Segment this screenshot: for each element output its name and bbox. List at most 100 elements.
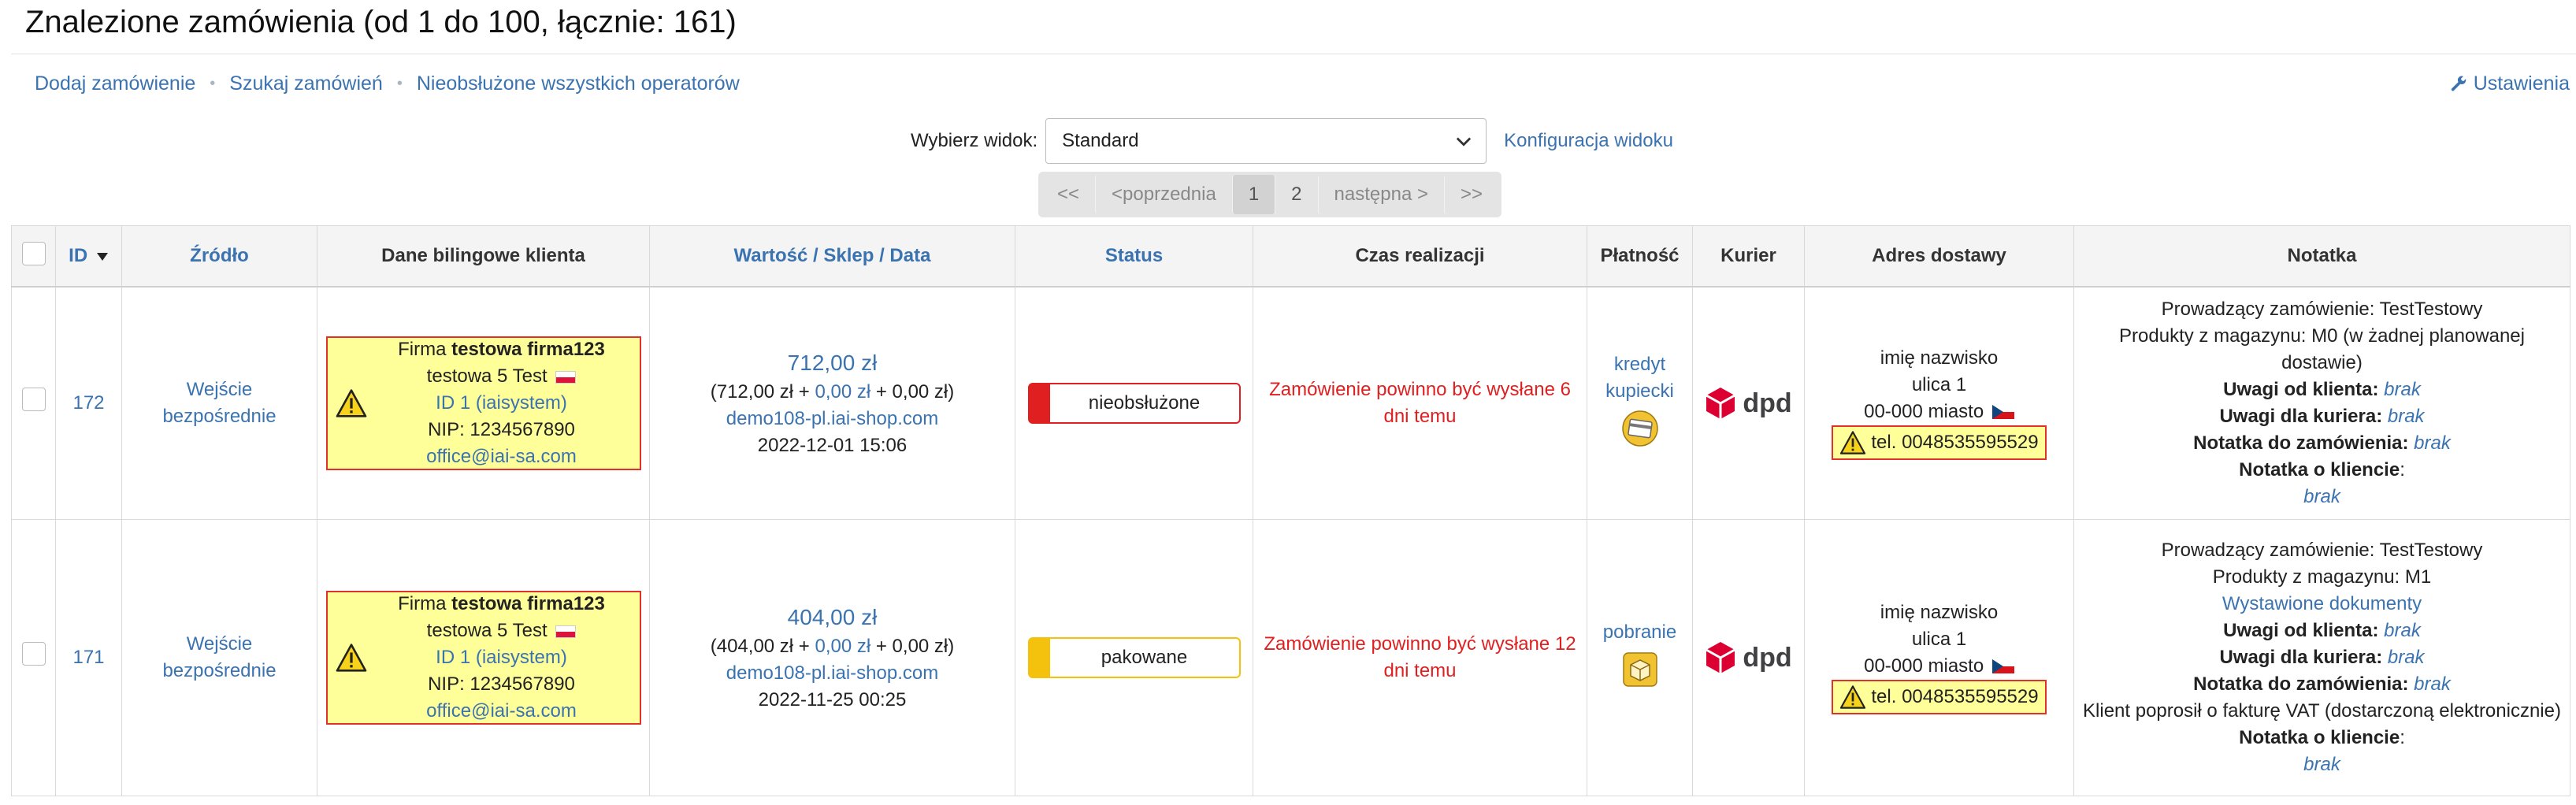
link-separator: • [210,75,216,92]
select-all-checkbox[interactable] [21,241,46,265]
note-courier-value[interactable]: brak [2388,406,2425,427]
dpd-logo: dpd [1701,640,1796,675]
payment-cell: kredyt kupiecki [1587,286,1693,520]
billing-person-name: testowa 5 Test [426,365,547,387]
breakdown-products: (404,00 zł + [710,636,815,657]
header-value-date[interactable]: Data [889,245,930,266]
row-checkbox[interactable] [21,642,46,666]
address-city-line: 00-000 miasto [1813,399,2066,425]
czech-flag-icon [1991,405,2014,420]
billing-email-link[interactable]: office@iai-sa.com [372,443,632,470]
warning-icon [1840,684,1866,709]
address-street: ulica 1 [1911,628,1967,650]
pager-first-button[interactable]: << [1041,175,1095,214]
shop-link[interactable]: demo108-pl.iai-shop.com [658,660,1007,687]
note-about-value[interactable]: brak [2082,751,2562,778]
shop-link[interactable]: demo108-pl.iai-shop.com [658,406,1007,432]
view-selector-row: Wybierz widok: Standard Konfiguracja wid… [911,118,1673,164]
order-id-cell: 171 [55,519,122,796]
address-street: ulica 1 [1911,373,1967,395]
header-source[interactable]: Źródło [121,225,317,288]
payment-method-link[interactable]: kredyt kupiecki [1595,351,1684,405]
billing-firm-name: testowa firma123 [451,339,605,360]
note-order-label: Notatka do zamówienia: [2193,432,2409,454]
add-order-link[interactable]: Dodaj zamówienie [35,72,195,95]
courier-cell: dpd [1692,519,1805,796]
header-value-slash: / [813,245,824,266]
header-status[interactable]: Status [1015,225,1253,288]
page-title: Znalezione zamówienia (od 1 do 100, łącz… [25,5,737,39]
note-warehouse: Produkty z magazynu: M1 [2212,566,2432,588]
header-value-amount[interactable]: Wartość [734,245,808,266]
status-button[interactable]: nieobsłużone [1027,383,1241,424]
dpd-cube-icon [1706,388,1736,419]
settings-link[interactable]: Ustawienia [2450,72,2570,95]
header-value[interactable]: Wartość / Sklep / Data [649,225,1015,288]
breakdown-shipping-link[interactable]: 0,00 zł [815,381,870,402]
header-courier: Kurier [1692,225,1805,288]
view-select[interactable]: Standard [1045,118,1487,164]
orders-page: Znalezione zamówienia (od 1 do 100, łącz… [0,0,2576,805]
pager-last-button[interactable]: >> [1443,175,1498,214]
header-billing: Dane bilingowe klienta [317,225,650,288]
billing-firm: Firma testowa firma123 [372,591,632,618]
header-value-shop[interactable]: Sklep [823,245,874,266]
note-courier-label: Uwagi dla kuriera: [2219,406,2383,427]
payment-method-link[interactable]: pobranie [1595,619,1684,646]
view-config-link[interactable]: Konfiguracja widoku [1504,130,1673,152]
note-about-value[interactable]: brak [2082,484,2562,510]
row-checkbox[interactable] [21,388,46,411]
billing-person: testowa 5 Test [372,618,632,644]
wrench-icon [2451,76,2466,91]
pager-next-button[interactable]: następna > [1317,175,1444,214]
header-id[interactable]: ID [55,225,122,288]
note-order: Notatka do zamówienia: brak [2082,430,2562,457]
billing-person: testowa 5 Test [372,363,632,390]
poland-flag-icon [555,625,577,638]
unhandled-orders-link[interactable]: Nieobsłużone wszystkich operatorów [417,72,740,95]
billing-box: Firma testowa firma123 testowa 5 Test ID… [325,591,641,725]
issued-documents-link[interactable]: Wystawione dokumenty [2082,591,2562,618]
order-amount-link[interactable]: 404,00 zł [658,602,1007,633]
dpd-logo: dpd [1701,386,1796,421]
order-id-link[interactable]: 171 [72,647,104,668]
value-cell: 404,00 zł (404,00 zł + 0,00 zł + 0,00 zł… [649,519,1015,796]
note-order-value[interactable]: brak [2414,673,2451,695]
note-courier-value[interactable]: brak [2388,647,2425,668]
billing-client-id-link[interactable]: ID 1 (iaisystem) [372,644,632,671]
note-client-value[interactable]: brak [2384,620,2421,641]
courier-name: dpd [1743,643,1792,673]
note-order-label: Notatka do zamówienia: [2193,673,2409,695]
pager-page-2[interactable]: 2 [1275,175,1317,214]
note-order-value[interactable]: brak [2414,432,2451,454]
status-label: nieobsłużone [1088,392,1201,414]
note-cell: Prowadzący zamówienie: TestTestowy Produ… [2073,286,2570,520]
order-id-link[interactable]: 172 [72,392,104,414]
billing-info: Firma testowa firma123 testowa 5 Test ID… [372,591,632,725]
view-selected-value: Standard [1062,130,1139,151]
address-phone: tel. 0048535595529 [1871,685,2039,707]
order-amount-link[interactable]: 712,00 zł [658,347,1007,379]
note-order: Notatka do zamówienia: brak [2082,671,2562,698]
pager-page-1[interactable]: 1 [1231,175,1275,214]
status-button[interactable]: pakowane [1027,637,1241,678]
pager-prev-button[interactable]: <poprzednia [1095,175,1232,214]
address-phone: tel. 0048535595529 [1871,431,2039,453]
amount-breakdown: (404,00 zł + 0,00 zł + 0,00 zł) [658,633,1007,660]
courier-name: dpd [1743,388,1792,418]
status-cell: nieobsłużone [1015,286,1253,520]
billing-nip: NIP: 1234567890 [428,419,575,440]
order-date: 2022-11-25 00:25 [758,689,907,710]
billing-client-id-link[interactable]: ID 1 (iaisystem) [372,390,632,417]
breakdown-shipping-link[interactable]: 0,00 zł [815,636,870,657]
billing-firm: Firma testowa firma123 [372,336,632,363]
order-source-link[interactable]: Wejście bezpośrednie [162,633,276,681]
note-about-colon: : [2400,727,2405,748]
note-operator: Prowadzący zamówienie: TestTestowy [2161,540,2483,561]
note-client-value[interactable]: brak [2384,379,2421,400]
address-city: 00-000 miasto [1864,400,1984,422]
search-orders-link[interactable]: Szukaj zamówień [229,72,383,95]
order-source-cell: Wejście bezpośrednie [121,286,317,520]
order-source-link[interactable]: Wejście bezpośrednie [162,379,276,427]
billing-email-link[interactable]: office@iai-sa.com [372,698,632,725]
